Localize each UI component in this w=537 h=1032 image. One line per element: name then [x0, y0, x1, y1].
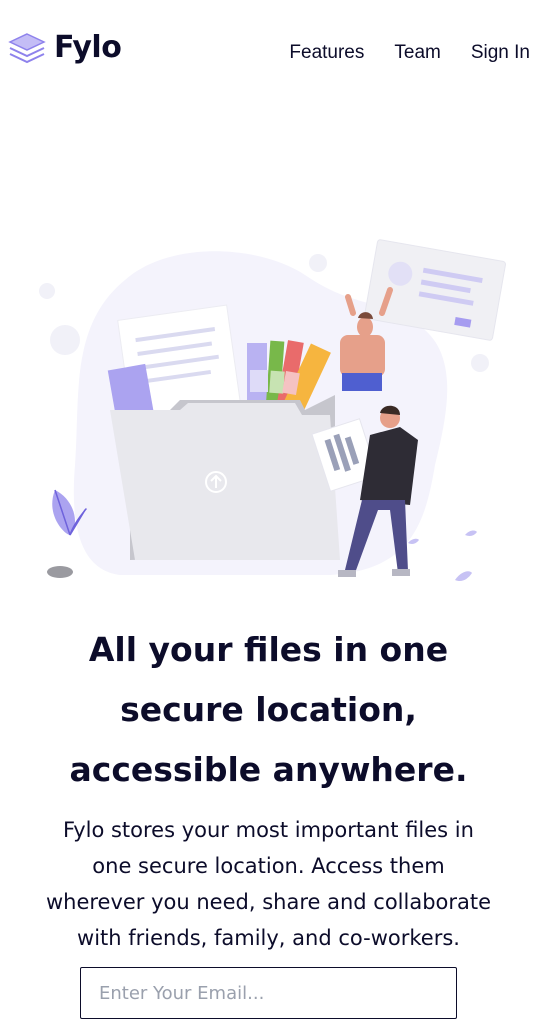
- description-line: Fylo stores your most important files in: [63, 818, 474, 842]
- decor-dot: [309, 254, 327, 272]
- main-nav: Features Team Sign In: [289, 42, 530, 64]
- nav-link-team[interactable]: Team: [394, 42, 440, 64]
- hero-description: Fylo stores your most important files in…: [28, 812, 509, 956]
- headline-line: secure location,: [120, 690, 417, 729]
- site-header: Fylo Features Team Sign In: [0, 0, 537, 100]
- decor-dot: [50, 325, 80, 355]
- logo[interactable]: Fylo: [8, 30, 122, 65]
- leaf-decoration: [408, 538, 419, 544]
- headline-line: All your files in one: [88, 630, 449, 669]
- logo-text: Fylo: [54, 30, 122, 65]
- nav-link-features[interactable]: Features: [289, 42, 364, 64]
- leaf-decoration: [465, 530, 477, 536]
- landing-page: Fylo Features Team Sign In All your file…: [0, 0, 537, 1032]
- headline-line: accessible anywhere.: [69, 750, 468, 789]
- decor-dot: [471, 354, 489, 372]
- email-input[interactable]: [80, 967, 457, 1019]
- hero-headline: All your files in one secure location, a…: [0, 620, 537, 800]
- stacked-layers-icon: [8, 32, 46, 63]
- nav-link-sign-in[interactable]: Sign In: [471, 42, 530, 64]
- decor-dot: [39, 283, 55, 299]
- hero-illustration: [39, 239, 506, 582]
- description-line: wherever you need, share and collaborate: [45, 890, 492, 914]
- leaf-decoration: [455, 571, 472, 582]
- description-line: with friends, family, and co-workers.: [77, 926, 460, 950]
- description-line: one secure location. Access them: [92, 854, 445, 878]
